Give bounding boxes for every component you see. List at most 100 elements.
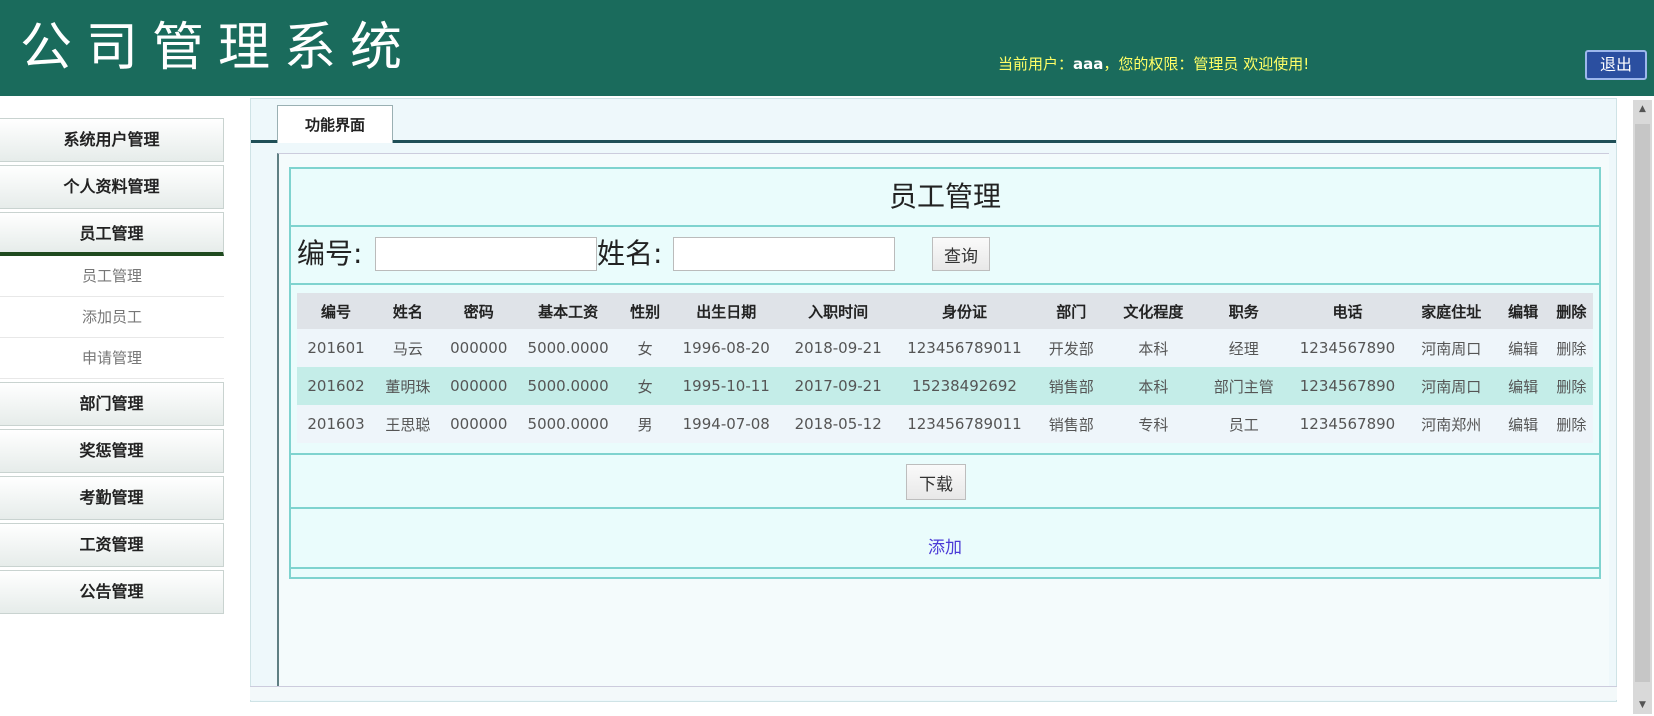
current-username: aaa (1073, 55, 1104, 73)
delete-link[interactable]: 删除 (1549, 329, 1593, 367)
download-button[interactable]: 下载 (906, 464, 966, 500)
cell-birthdate: 1994-07-08 (670, 405, 782, 443)
cell-position: 员工 (1198, 405, 1289, 443)
cell-department: 开发部 (1034, 329, 1109, 367)
cell-salary: 5000.0000 (516, 329, 620, 367)
cell-birthdate: 1996-08-20 (670, 329, 782, 367)
table-row: 201601 马云 000000 5000.0000 女 1996-08-20 … (297, 329, 1593, 367)
add-employee-link[interactable]: 添加 (291, 533, 1599, 558)
cell-hire-date: 2018-05-12 (781, 405, 895, 443)
cell-name: 王思聪 (375, 405, 441, 443)
cell-phone: 1234567890 (1288, 405, 1407, 443)
cell-birthdate: 1995-10-11 (670, 367, 782, 405)
employee-panel: 员工管理 编号: 姓名: 查询 编号 姓名 密码 基本工资 性别 出生日期 入职… (289, 167, 1601, 579)
cell-gender: 男 (619, 405, 671, 443)
cell-password: 000000 (440, 405, 517, 443)
sidebar-item-salary[interactable]: 工资管理 (0, 523, 224, 567)
sidebar-item-rewards[interactable]: 奖惩管理 (0, 429, 224, 473)
id-search-input[interactable] (375, 237, 597, 271)
column-header: 编辑 (1496, 293, 1550, 329)
column-header: 家庭住址 (1406, 293, 1497, 329)
column-header: 电话 (1288, 293, 1407, 329)
page-title: 员工管理 (888, 180, 1001, 213)
edit-link[interactable]: 编辑 (1496, 367, 1550, 405)
query-button[interactable]: 查询 (932, 237, 990, 271)
column-header: 姓名 (375, 293, 441, 329)
cell-salary: 5000.0000 (516, 367, 620, 405)
row-divider (291, 283, 1599, 285)
name-label: 姓名: (597, 237, 663, 270)
row-divider (291, 225, 1599, 227)
column-header: 基本工资 (516, 293, 620, 329)
column-header: 部门 (1034, 293, 1109, 329)
cell-name: 董明珠 (375, 367, 441, 405)
cell-education: 本科 (1108, 367, 1199, 405)
delete-link[interactable]: 删除 (1549, 405, 1593, 443)
cell-password: 000000 (440, 329, 517, 367)
row-divider (291, 507, 1599, 509)
edit-link[interactable]: 编辑 (1496, 329, 1550, 367)
user-role: 管理员 (1193, 55, 1239, 73)
scrollbar-thumb[interactable] (1635, 124, 1650, 682)
bottom-bar (250, 686, 1617, 700)
sidebar-item-notices[interactable]: 公告管理 (0, 570, 224, 614)
table-row: 201602 董明珠 000000 5000.0000 女 1995-10-11… (297, 367, 1593, 405)
logout-button[interactable]: 退出 (1585, 50, 1647, 80)
cell-id-card: 15238492692 (894, 367, 1035, 405)
table-header-row: 编号 姓名 密码 基本工资 性别 出生日期 入职时间 身份证 部门 文化程度 职… (297, 293, 1593, 329)
sidebar-item-profile[interactable]: 个人资料管理 (0, 165, 224, 209)
cell-id-card: 123456789011 (894, 329, 1035, 367)
cell-gender: 女 (619, 329, 671, 367)
cell-position: 经理 (1198, 329, 1289, 367)
submenu-item-add-employee[interactable]: 添加员工 (0, 297, 224, 338)
cell-address: 河南周口 (1406, 367, 1497, 405)
scroll-down-arrow-icon[interactable]: ▼ (1633, 696, 1652, 714)
column-header: 删除 (1549, 293, 1593, 329)
cell-name: 马云 (375, 329, 441, 367)
sidebar-submenu: 员工管理 添加员工 申请管理 (0, 256, 224, 379)
cell-hire-date: 2017-09-21 (781, 367, 895, 405)
column-header: 入职时间 (781, 293, 895, 329)
employee-table: 编号 姓名 密码 基本工资 性别 出生日期 入职时间 身份证 部门 文化程度 职… (297, 293, 1593, 443)
user-info: 当前用户：aaa，您的权限：管理员 欢迎使用! (998, 54, 1309, 74)
app-header: 公司管理系统 当前用户：aaa，您的权限：管理员 欢迎使用! 退出 (0, 0, 1654, 96)
scroll-up-arrow-icon[interactable]: ▲ (1633, 100, 1652, 118)
sidebar: 系统用户管理 个人资料管理 员工管理 员工管理 添加员工 申请管理 部门管理 奖… (0, 118, 224, 617)
submenu-item-employee-manage[interactable]: 员工管理 (0, 256, 224, 297)
cell-education: 专科 (1108, 405, 1199, 443)
cell-position: 部门主管 (1198, 367, 1289, 405)
name-search-input[interactable] (673, 237, 895, 271)
cell-address: 河南郑州 (1406, 405, 1497, 443)
permission-prefix: ，您的权限： (1103, 55, 1194, 73)
sidebar-item-attendance[interactable]: 考勤管理 (0, 476, 224, 520)
table-row: 201603 王思聪 000000 5000.0000 男 1994-07-08… (297, 405, 1593, 443)
row-divider (291, 453, 1599, 455)
cell-hire-date: 2018-09-21 (781, 329, 895, 367)
sidebar-item-departments[interactable]: 部门管理 (0, 382, 224, 426)
cell-id-card: 123456789011 (894, 405, 1035, 443)
cell-department: 销售部 (1034, 405, 1109, 443)
main-area: 功能界面 员工管理 编号: 姓名: 查询 编号 姓名 密码 基本工资 性别 出生… (250, 98, 1617, 702)
column-header: 密码 (440, 293, 517, 329)
column-header: 性别 (619, 293, 671, 329)
submenu-item-applications[interactable]: 申请管理 (0, 338, 224, 379)
cell-education: 本科 (1108, 329, 1199, 367)
cell-gender: 女 (619, 367, 671, 405)
sidebar-item-system-users[interactable]: 系统用户管理 (0, 118, 224, 162)
sidebar-item-employees[interactable]: 员工管理 (0, 212, 224, 256)
tab-function-view[interactable]: 功能界面 (277, 105, 393, 143)
cell-salary: 5000.0000 (516, 405, 620, 443)
cell-password: 000000 (440, 367, 517, 405)
cell-phone: 1234567890 (1288, 329, 1407, 367)
app-title: 公司管理系统 (20, 18, 417, 78)
user-prefix: 当前用户： (998, 55, 1074, 73)
cell-id: 201601 (297, 329, 376, 367)
welcome-text: 欢迎使用! (1238, 55, 1310, 73)
id-label: 编号: (297, 237, 363, 270)
column-header: 文化程度 (1108, 293, 1199, 329)
edit-link[interactable]: 编辑 (1496, 405, 1550, 443)
delete-link[interactable]: 删除 (1549, 367, 1593, 405)
column-header: 职务 (1198, 293, 1289, 329)
column-header: 编号 (297, 293, 376, 329)
tab-bar: 功能界面 (251, 99, 1616, 143)
